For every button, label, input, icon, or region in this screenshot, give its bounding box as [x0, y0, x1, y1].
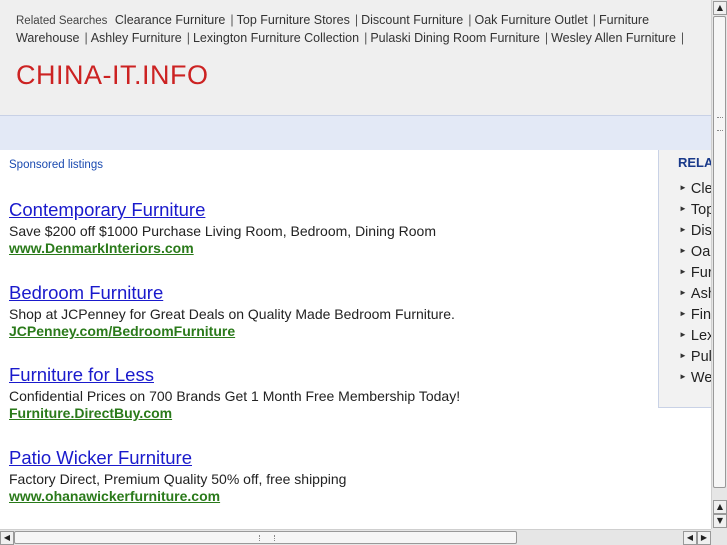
- horizontal-scrollbar[interactable]: ◀ ◀ ▶: [0, 529, 711, 545]
- scroll-down-icon[interactable]: ▼: [713, 514, 727, 528]
- bullet-arrow-icon: ►: [679, 372, 687, 381]
- ad-description: Factory Direct, Premium Quality 50% off,…: [9, 471, 347, 487]
- bullet-arrow-icon: ►: [679, 246, 687, 255]
- ad-url-link[interactable]: Furniture.DirectBuy.com: [9, 404, 460, 422]
- related-panel-item[interactable]: ► Cle: [679, 181, 711, 202]
- separator: |: [544, 31, 549, 45]
- related-panel-item-label[interactable]: Lex: [691, 328, 711, 344]
- related-searches-label: Related Searches: [16, 15, 108, 27]
- separator: |: [364, 31, 368, 45]
- ad-url-link[interactable]: www.DenmarkInteriors.com: [9, 239, 436, 257]
- separator: |: [592, 13, 596, 27]
- bullet-arrow-icon: ►: [679, 351, 687, 360]
- related-searches-bar: Related Searches Clearance Furniture | Top…: [0, 0, 711, 115]
- bullet-arrow-icon: ►: [679, 225, 687, 234]
- related-panel-item-label[interactable]: Oak: [691, 244, 711, 260]
- ad-url-link[interactable]: www.ohanawickerfurniture.com: [9, 487, 346, 505]
- ad-listing: Furniture for Less Confidential Prices o…: [9, 364, 460, 422]
- related-link-pulaski-dining-room-furniture[interactable]: Pulaski Dining Room Furniture: [370, 31, 540, 45]
- ad-description: Confidential Prices on 700 Brands Get 1 …: [9, 388, 461, 404]
- related-link-ashley-furniture[interactable]: Ashley Furniture: [91, 31, 182, 45]
- bullet-arrow-icon: ►: [679, 183, 687, 192]
- related-panel-item[interactable]: ► Ash: [679, 286, 711, 307]
- related-panel-item[interactable]: ► Fin: [679, 307, 711, 328]
- related-panel-item-label[interactable]: Dis: [691, 223, 711, 239]
- scroll-grip-icon: [717, 117, 723, 131]
- ad-title-link[interactable]: Patio Wicker Furniture: [9, 447, 346, 469]
- related-panel-list: ►Cle ►Top ►Dis ►Oak ►Fur ►Ash ►Fin ►Lex …: [679, 181, 711, 391]
- related-panel-item-label[interactable]: Ash: [691, 286, 711, 302]
- vertical-scroll-thumb[interactable]: [713, 16, 726, 488]
- sponsored-listings-label: Sponsored listings: [9, 159, 103, 171]
- related-panel-item-label[interactable]: We: [691, 370, 711, 386]
- separator: |: [186, 31, 190, 45]
- ad-description: Shop at JCPenney for Great Deals on Qual…: [9, 306, 455, 322]
- scrollbar-corner: [711, 529, 727, 545]
- ad-title-link[interactable]: Contemporary Furniture: [9, 199, 436, 221]
- related-searches-panel: RELAT ► Cle ► Top ► Dis ► Oak ► Fur ► Ash ► Fin…: [658, 150, 711, 408]
- related-panel-item-label[interactable]: Top: [691, 202, 711, 218]
- related-link-oak-furniture-outlet[interactable]: Oak Furniture Outlet: [475, 13, 588, 27]
- ad-listing: Contemporary Furniture Save $200 off $10…: [9, 199, 436, 257]
- bullet-arrow-icon: ►: [679, 309, 687, 318]
- ad-listing: Patio Wicker Furniture Factory Direct, P…: [9, 447, 346, 505]
- scroll-up-icon[interactable]: ▲: [713, 500, 727, 514]
- bullet-arrow-icon: ►: [679, 267, 687, 276]
- related-panel-item-label[interactable]: Pul: [691, 349, 711, 365]
- related-panel-item[interactable]: ► Pul: [679, 349, 711, 370]
- vertical-scrollbar[interactable]: ▲ ▲ ▼: [711, 0, 727, 529]
- ad-title-link[interactable]: Furniture for Less: [9, 364, 460, 386]
- related-link-lexington-furniture-collection[interactable]: Lexington Furniture Collection: [193, 31, 359, 45]
- separator: |: [84, 31, 88, 45]
- related-panel-item-label[interactable]: Fin: [691, 307, 711, 323]
- related-panel-title: RELAT: [678, 155, 711, 170]
- related-panel-item[interactable]: ► Lex: [679, 328, 711, 349]
- separator: |: [680, 31, 685, 45]
- header-divider-strip: [0, 115, 711, 150]
- related-panel-item[interactable]: ► Top: [679, 202, 711, 223]
- related-panel-item[interactable]: ► Fur: [679, 265, 711, 286]
- scroll-up-icon[interactable]: ▲: [713, 1, 727, 15]
- ad-title-link[interactable]: Bedroom Furniture: [9, 282, 455, 304]
- horizontal-scroll-thumb[interactable]: [14, 531, 517, 544]
- scroll-right-icon[interactable]: ▶: [697, 531, 711, 545]
- related-panel-item-label[interactable]: Cle: [691, 181, 711, 197]
- related-panel-item[interactable]: ► We: [679, 370, 711, 391]
- bullet-arrow-icon: ►: [679, 330, 687, 339]
- related-link-wesley-allen-furniture[interactable]: Wesley Allen Furniture: [551, 31, 676, 45]
- scroll-left-icon[interactable]: ◀: [683, 531, 697, 545]
- ad-description: Save $200 off $1000 Purchase Living Room…: [9, 223, 436, 239]
- scroll-left-icon[interactable]: ◀: [0, 531, 14, 545]
- separator: |: [230, 13, 234, 27]
- related-panel-item-label[interactable]: Fur: [691, 265, 711, 281]
- related-searches-line: Related Searches Clearance Furniture | Top…: [16, 12, 711, 47]
- ad-url-link[interactable]: JCPenney.com/BedroomFurniture: [9, 322, 455, 340]
- page-viewport: Related Searches Clearance Furniture | Top…: [0, 0, 711, 529]
- bullet-arrow-icon: ►: [679, 204, 687, 213]
- related-link-clearance-furniture[interactable]: Clearance Furniture: [115, 13, 225, 27]
- related-panel-item[interactable]: ► Oak: [679, 244, 711, 265]
- related-link-top-furniture-stores[interactable]: Top Furniture Stores: [237, 13, 350, 27]
- separator: |: [354, 13, 359, 27]
- ad-listing: Bedroom Furniture Shop at JCPenney for G…: [9, 282, 455, 340]
- separator: |: [468, 13, 472, 27]
- related-panel-item[interactable]: ► Dis: [679, 223, 711, 244]
- bullet-arrow-icon: ►: [679, 288, 687, 297]
- site-title[interactable]: CHINA-IT.INFO: [16, 60, 209, 91]
- related-link-discount-furniture[interactable]: Discount Furniture: [361, 13, 463, 27]
- scroll-grip-icon: [259, 535, 275, 541]
